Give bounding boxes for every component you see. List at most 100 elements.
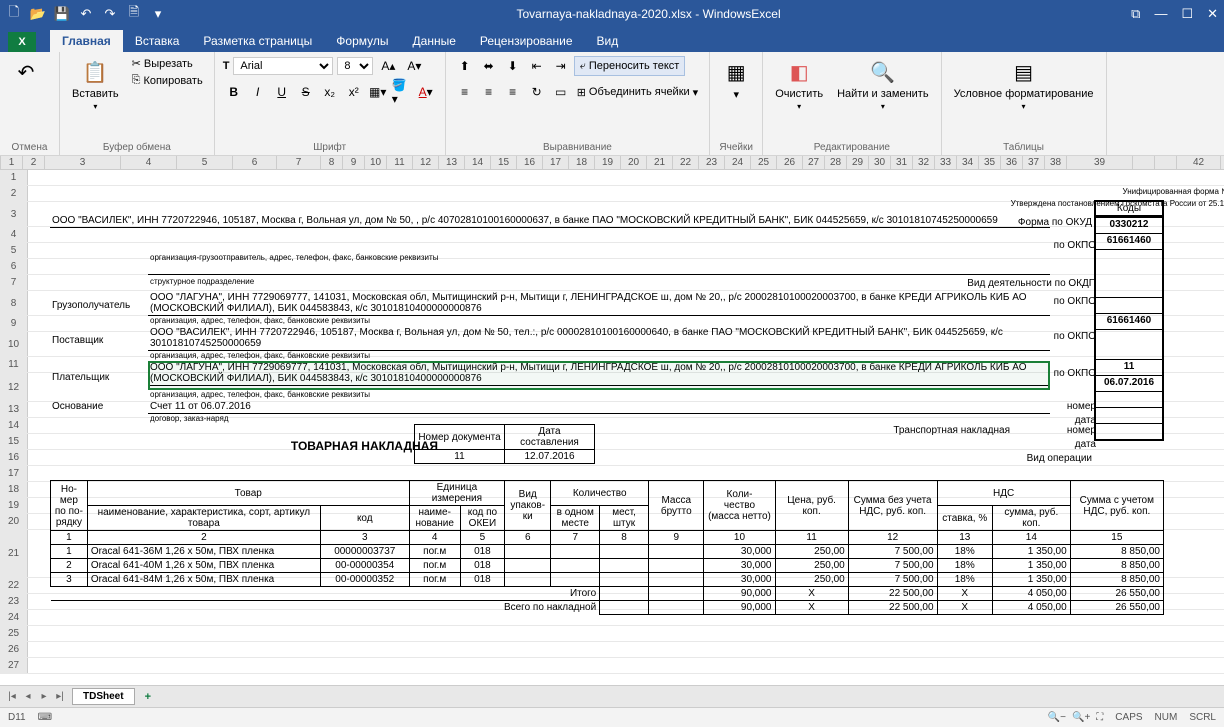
font-size-select[interactable]: 8 — [337, 57, 373, 75]
maximize-icon[interactable]: ☐ — [1181, 6, 1193, 22]
tab-data[interactable]: Данные — [401, 30, 468, 52]
copy-button[interactable]: ⎘ Копировать — [129, 73, 206, 88]
col-header[interactable]: 19 — [595, 156, 621, 169]
col-header[interactable]: 32 — [913, 156, 935, 169]
tab-page-layout[interactable]: Разметка страницы — [191, 30, 324, 52]
row-header[interactable]: 4 — [0, 227, 28, 242]
sheet-tab[interactable]: TDSheet — [72, 688, 135, 705]
col-header[interactable]: 7 — [277, 156, 321, 169]
merge-cells-button[interactable]: ⊞ Объединить ячейки ▾ — [574, 82, 702, 102]
row-header[interactable]: 16 — [0, 450, 28, 465]
col-header[interactable]: 35 — [979, 156, 1001, 169]
col-header[interactable]: 22 — [673, 156, 699, 169]
col-header[interactable]: 23 — [699, 156, 725, 169]
col-header[interactable]: 39 — [1067, 156, 1133, 169]
col-header[interactable]: 38 — [1045, 156, 1067, 169]
border-icon[interactable]: ▦▾ — [367, 82, 389, 102]
qat-more-icon[interactable]: ▾ — [150, 6, 166, 22]
tab-view[interactable]: Вид — [585, 30, 631, 52]
font-name-select[interactable]: Arial — [233, 57, 333, 75]
col-header[interactable]: 29 — [847, 156, 869, 169]
row-header[interactable]: 13 — [0, 402, 28, 417]
clear-button[interactable]: ◧Очистить▾ — [771, 56, 827, 113]
row-header[interactable]: 23 — [0, 594, 28, 609]
col-header[interactable]: 4 — [121, 156, 177, 169]
row-header[interactable]: 11 — [0, 357, 28, 372]
align-mid-icon[interactable]: ⬌ — [478, 56, 500, 76]
col-header[interactable]: 10 — [365, 156, 387, 169]
zoom-out-icon[interactable]: 🔍− — [1048, 712, 1066, 723]
tab-formulas[interactable]: Формулы — [324, 30, 400, 52]
row-header[interactable]: 14 — [0, 418, 28, 433]
tab-nav-prev-icon[interactable]: ◂ — [20, 691, 36, 702]
sup-icon[interactable]: x² — [343, 82, 365, 102]
row-header[interactable]: 19 — [0, 498, 28, 513]
col-header[interactable]: 21 — [647, 156, 673, 169]
save-icon[interactable]: 💾 — [54, 6, 70, 22]
row-header[interactable]: 15 — [0, 434, 28, 449]
col-header[interactable]: 42 — [1177, 156, 1221, 169]
col-header[interactable]: 15 — [491, 156, 517, 169]
tab-insert[interactable]: Вставка — [123, 30, 192, 52]
cells-button[interactable]: ▦▾ — [718, 56, 754, 103]
tab-review[interactable]: Рецензирование — [468, 30, 585, 52]
sub-icon[interactable]: x₂ — [319, 82, 341, 102]
align-left-icon[interactable]: ≡ — [454, 82, 476, 102]
new-icon[interactable]: 🗋 — [6, 6, 22, 22]
col-header[interactable]: 37 — [1023, 156, 1045, 169]
align-right-icon[interactable]: ≡ — [502, 82, 524, 102]
col-header[interactable]: 36 — [1001, 156, 1023, 169]
decrease-font-icon[interactable]: A▾ — [403, 56, 425, 76]
row-header[interactable]: 25 — [0, 626, 28, 641]
col-header[interactable]: 18 — [569, 156, 595, 169]
row-header[interactable]: 3 — [0, 202, 28, 226]
row-header[interactable]: 12 — [0, 373, 28, 401]
ribbon-toggle-icon[interactable]: ⧉ — [1131, 6, 1140, 22]
keyboard-icon[interactable]: ⌨ — [38, 712, 52, 723]
col-header[interactable] — [1155, 156, 1177, 169]
tab-nav-first-icon[interactable]: |◂ — [4, 691, 20, 702]
tab-nav-last-icon[interactable]: ▸| — [52, 691, 68, 702]
col-header[interactable]: 26 — [777, 156, 803, 169]
col-header[interactable]: 6 — [233, 156, 277, 169]
align-bot-icon[interactable]: ⬇ — [502, 56, 524, 76]
find-button[interactable]: 🔍Найти и заменить▾ — [833, 56, 932, 113]
row-header[interactable]: 8 — [0, 291, 28, 315]
merge-icon[interactable]: ▭ — [550, 82, 572, 102]
row-header[interactable]: 21 — [0, 530, 28, 577]
increase-font-icon[interactable]: A▴ — [377, 56, 399, 76]
col-header[interactable]: 24 — [725, 156, 751, 169]
row-header[interactable]: 2 — [0, 186, 28, 201]
row-header[interactable]: 18 — [0, 482, 28, 497]
align-center-icon[interactable]: ≡ — [478, 82, 500, 102]
bold-icon[interactable]: B — [223, 82, 245, 102]
col-header[interactable]: 11 — [387, 156, 413, 169]
minimize-icon[interactable]: — — [1154, 6, 1167, 22]
row-header[interactable]: 22 — [0, 578, 28, 593]
sheet-area[interactable]: 1234567891011121314151617181920212223242… — [0, 156, 1224, 685]
open-icon[interactable]: 📂 — [30, 6, 46, 22]
row-header[interactable]: 6 — [0, 259, 28, 274]
undo-icon[interactable]: ↶ — [78, 6, 94, 22]
app-icon[interactable]: X — [8, 32, 36, 52]
row-header[interactable]: 5 — [0, 243, 28, 258]
rotate-icon[interactable]: ↻ — [526, 82, 548, 102]
col-header[interactable]: 2 — [23, 156, 45, 169]
cond-format-button[interactable]: ▤Условное форматирование▾ — [950, 56, 1098, 113]
row-header[interactable]: 17 — [0, 466, 28, 481]
font-color-icon[interactable]: A▾ — [415, 82, 437, 102]
col-header[interactable]: 30 — [869, 156, 891, 169]
wrap-text-button[interactable]: ⤶ Переносить текст — [574, 56, 686, 76]
col-header[interactable]: 1 — [1, 156, 23, 169]
col-header[interactable]: 3 — [45, 156, 121, 169]
col-header[interactable]: 34 — [957, 156, 979, 169]
underline-icon[interactable]: U — [271, 82, 293, 102]
col-header[interactable]: 16 — [517, 156, 543, 169]
col-header[interactable]: 33 — [935, 156, 957, 169]
col-header[interactable]: 20 — [621, 156, 647, 169]
zoom-in-icon[interactable]: 🔍+ — [1072, 712, 1090, 723]
col-header[interactable]: 14 — [465, 156, 491, 169]
col-header[interactable]: 8 — [321, 156, 343, 169]
close-icon[interactable]: ✕ — [1207, 6, 1218, 22]
tab-home[interactable]: Главная — [50, 30, 123, 52]
